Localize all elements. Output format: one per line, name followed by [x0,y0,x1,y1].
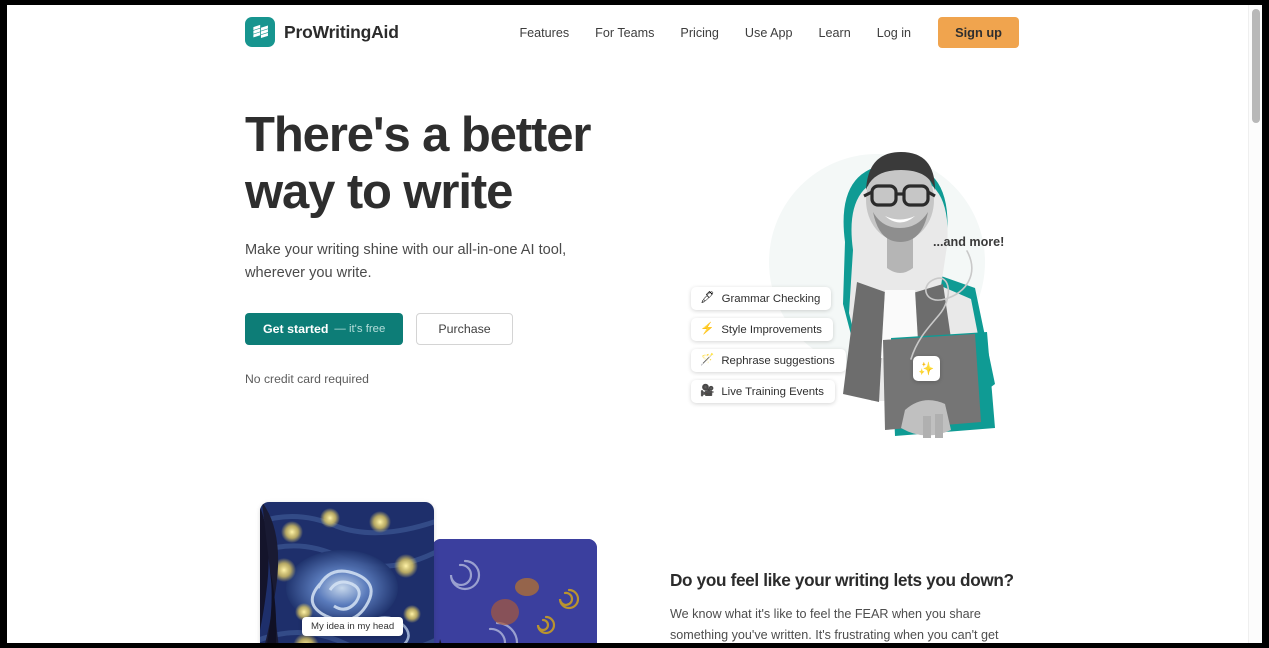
feature-chip-label: Live Training Events [721,385,824,398]
scrollbar-thumb[interactable] [1252,9,1260,123]
feature-chip-rephrase-suggestions: 🪄 Rephrase suggestions [691,349,846,372]
feature-chip-label: Style Improvements [721,323,822,336]
get-started-sublabel: — it's free [334,323,386,335]
nav-item-pricing[interactable]: Pricing [667,18,732,48]
page-viewport: ProWritingAid Features For Teams Pricing… [7,5,1262,643]
feather-pen-icon: 🖋 [700,291,715,304]
feature-chip-label: Rephrase suggestions [721,354,835,367]
hero-title: There's a better way to write [245,108,591,219]
get-started-button[interactable]: Get started — it's free [245,313,404,345]
sparkle-icon: ✨ [913,356,940,381]
feature-chip-label: Grammar Checking [721,292,821,305]
feature-chip-list: 🖋 Grammar Checking ⚡ Style Improvements … [691,287,846,403]
blue-doodle-panel [432,539,597,643]
hero-illustration: ...and more! ✨ 🖋 Grammar Checking ⚡ Styl… [667,112,1047,452]
brand-logo[interactable]: ProWritingAid [245,17,399,47]
feature-chip-grammar-checking: 🖋 Grammar Checking [691,287,832,310]
nav-item-features[interactable]: Features [506,18,582,48]
book-pages-logo-icon [245,17,275,47]
and-more-label: ...and more! [933,235,1005,249]
idea-caption: My idea in my head [302,617,404,636]
purchase-button[interactable]: Purchase [416,313,513,345]
get-started-label: Get started [263,322,329,336]
artwork-comparison: My idea in my head [252,502,602,643]
hero-section: There's a better way to write Make your … [7,62,1255,482]
magic-wand-icon: 🪄 [700,353,715,366]
lightning-bolt-icon: ⚡ [700,322,715,335]
feature-chip-style-improvements: ⚡ Style Improvements [691,318,833,341]
section-copy: Do you feel like your writing lets you d… [670,570,1022,643]
writing-confidence-section: My idea in my head Do you feel like your… [7,482,1255,643]
vertical-scrollbar[interactable] [1248,5,1262,643]
feature-chip-live-training-events: 🎥 Live Training Events [691,380,835,403]
nav-item-learn[interactable]: Learn [806,18,864,48]
hero-copy: There's a better way to write Make your … [245,107,645,386]
movie-camera-icon: 🎥 [700,384,715,397]
section-paragraph: We know what it's like to feel the FEAR … [670,607,999,642]
hero-actions: Get started — it's free Purchase [245,313,645,345]
nav-item-for-teams[interactable]: For Teams [582,18,667,48]
hero-subtitle: Make your writing shine with our all-in-… [245,242,567,281]
curly-arrow-icon [910,250,973,360]
site-header: ProWritingAid Features For Teams Pricing… [7,5,1255,62]
browser-window: ProWritingAid Features For Teams Pricing… [0,0,1269,648]
main-navigation: Features For Teams Pricing Use App Learn… [506,17,1019,48]
no-credit-card-note: No credit card required [245,372,369,386]
page-content: ProWritingAid Features For Teams Pricing… [7,5,1255,643]
nav-item-log-in[interactable]: Log in [864,18,924,48]
brand-name: ProWritingAid [284,21,399,42]
sign-up-button[interactable]: Sign up [938,17,1019,48]
section-heading: Do you feel like your writing lets you d… [670,570,1014,590]
nav-item-use-app[interactable]: Use App [732,18,806,48]
